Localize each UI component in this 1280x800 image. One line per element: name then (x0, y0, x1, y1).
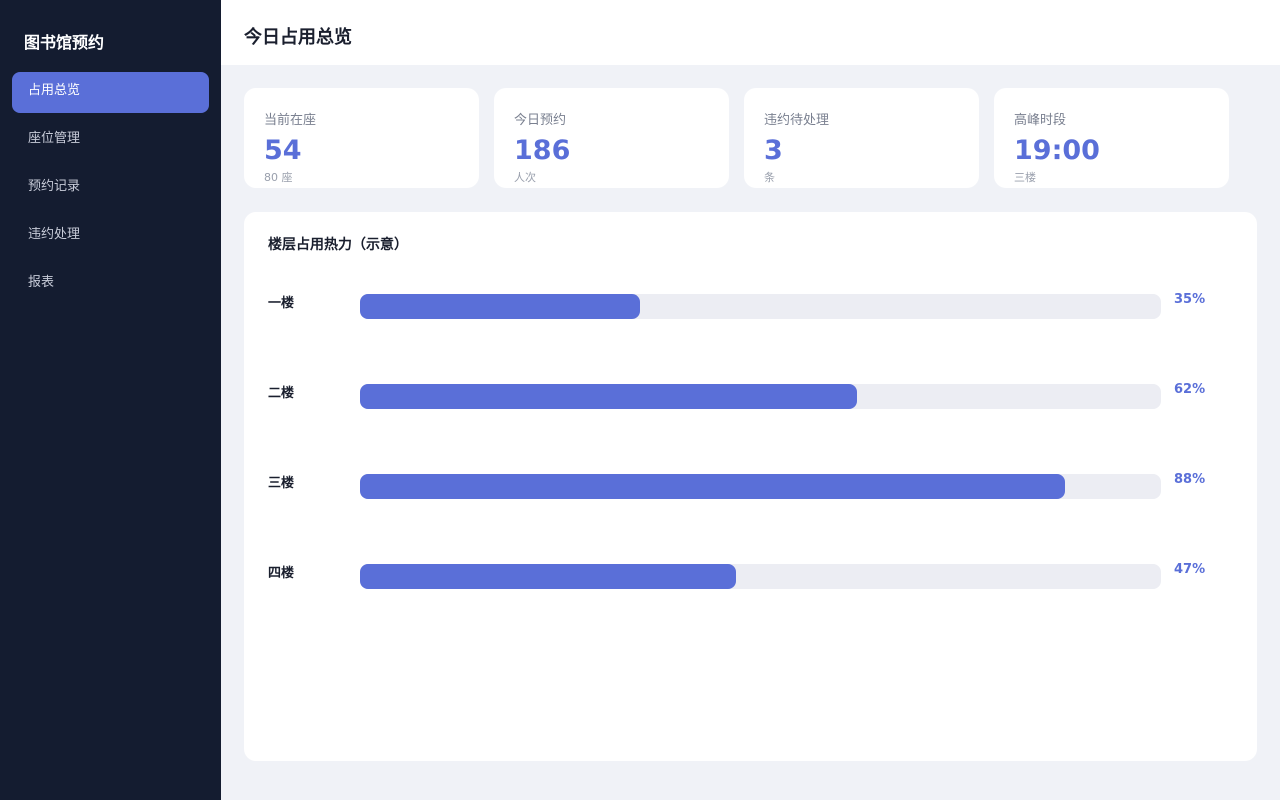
stat-card-today-reservations: 今日预约 186 人次 (494, 88, 729, 188)
floor-percent: 62% (1174, 382, 1206, 397)
sidebar: 图书馆预约 占用总览 座位管理 预约记录 违约处理 报表 (0, 0, 221, 800)
occupancy-bar-track (360, 384, 1161, 409)
floor-percent: 47% (1174, 562, 1206, 577)
occupancy-bar-fill (360, 564, 737, 589)
panel-title: 楼层占用热力（示意） (268, 237, 408, 253)
sidebar-item-reports[interactable]: 报表 (12, 264, 209, 305)
floor-occupancy-panel: 楼层占用热力（示意） 一楼 35% 二楼 62% 三楼 88% 四楼 47% (244, 212, 1257, 761)
page-title: 今日占用总览 (244, 27, 352, 48)
occupancy-bar-track (360, 294, 1161, 319)
stat-label: 违约待处理 (764, 113, 830, 128)
stat-sub: 人次 (514, 171, 536, 184)
stat-card-peak-time: 高峰时段 19:00 三楼 (994, 88, 1229, 188)
stat-value: 186 (514, 135, 571, 166)
sidebar-item-overview[interactable]: 占用总览 (12, 72, 209, 113)
occupancy-bar-fill (360, 474, 1065, 499)
stat-label: 当前在座 (264, 113, 317, 128)
stat-sub: 80 座 (264, 171, 293, 184)
floor-label: 一楼 (268, 296, 295, 311)
occupancy-bar-fill (360, 384, 857, 409)
stat-value: 3 (764, 135, 783, 166)
occupancy-bar-fill (360, 294, 641, 319)
page-header: 今日占用总览 (221, 0, 1280, 65)
floor-label: 四楼 (268, 566, 295, 581)
app-brand: 图书馆预约 (24, 33, 105, 52)
stat-sub: 条 (764, 171, 775, 184)
stat-card-current-seated: 当前在座 54 80 座 (244, 88, 479, 188)
sidebar-item-reservation-records[interactable]: 预约记录 (12, 168, 209, 209)
sidebar-item-seat-management[interactable]: 座位管理 (12, 120, 209, 161)
stat-sub: 三楼 (1014, 171, 1036, 184)
stat-value: 19:00 (1014, 135, 1100, 166)
stat-card-pending-violations: 违约待处理 3 条 (744, 88, 979, 188)
floor-label: 二楼 (268, 386, 295, 401)
stat-label: 高峰时段 (1014, 113, 1067, 128)
stat-value: 54 (264, 135, 302, 166)
occupancy-bar-track (360, 564, 1161, 589)
stat-label: 今日预约 (514, 113, 567, 128)
floor-label: 三楼 (268, 476, 295, 491)
occupancy-bar-track (360, 474, 1161, 499)
floor-percent: 88% (1174, 472, 1206, 487)
sidebar-item-violations[interactable]: 违约处理 (12, 216, 209, 257)
floor-percent: 35% (1174, 292, 1206, 307)
